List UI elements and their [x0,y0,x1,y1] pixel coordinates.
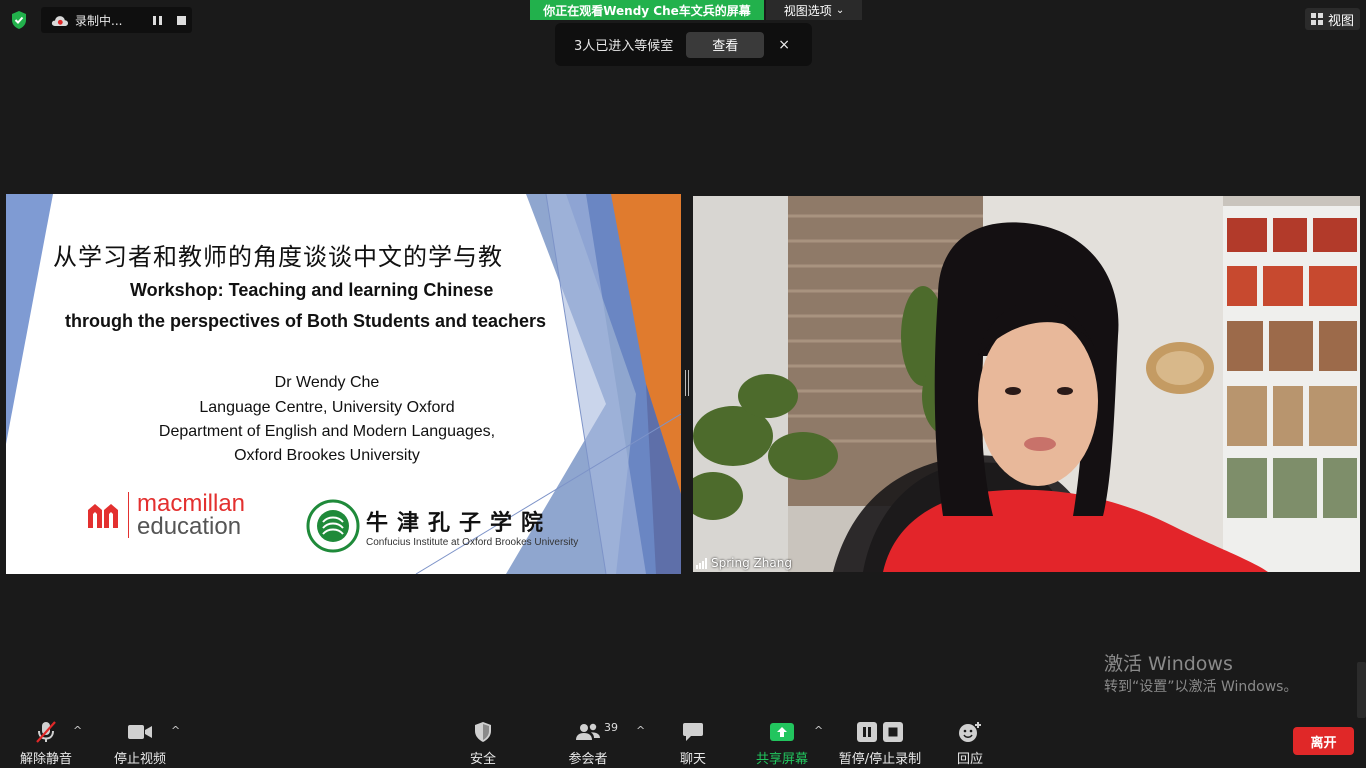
participants-label: 参会者 [568,752,608,767]
stop-video-button[interactable]: 停止视频 [110,718,170,768]
participant-video[interactable]: Spring Zhang [693,196,1360,572]
pause-icon [152,15,156,25]
view-button-label: 视图 [1327,13,1354,29]
reactions-label: 回应 [956,752,983,767]
shield-check-icon[interactable] [8,9,30,31]
slide-affiliation-1: Language Centre, University Oxford [199,399,455,416]
grid-icon [1310,13,1323,25]
signal-bars-icon [696,557,707,569]
chat-label: 聊天 [679,752,706,767]
close-icon[interactable]: × [778,37,790,53]
waiting-room-notification: 3人已进入等候室 查看 × [555,23,812,66]
recording-label: 录制中... [75,13,123,28]
view-options-label: 视图选项 [783,3,832,18]
microphone-muted-icon [36,721,56,743]
macmillan-logo-icon [88,504,118,528]
slide-affiliation-3: Oxford Brookes University [234,447,420,464]
reactions-button[interactable]: 回应 [948,718,992,768]
stop-recording-button[interactable] [177,15,186,25]
waiting-room-view-button[interactable]: 查看 [686,31,765,58]
pause-stop-recording-button[interactable]: 暂停/停止录制 [836,718,924,768]
participant-name: Spring Zhang [711,556,792,570]
confucius-text-english: Confucius Institute at Oxford Brookes Un… [366,536,579,548]
audio-options-caret[interactable]: ^ [73,724,82,737]
share-screen-label: 共享屏幕 [755,752,808,767]
unmute-button[interactable]: 解除静音 [16,718,76,768]
leave-meeting-button[interactable]: 离开 [1293,727,1354,755]
cloud-record-icon [51,16,69,26]
recording-indicator[interactable]: 录制中... [41,7,192,33]
participants-button[interactable]: 39 参会者 [560,718,618,768]
stop-recording-icon [883,722,903,742]
pause-recording-button[interactable] [149,12,165,28]
video-options-caret[interactable]: ^ [171,724,180,737]
macmillan-text-2: education [137,513,242,540]
video-frame-graphic [693,196,1360,572]
macmillan-text-1: macmillan [137,490,246,517]
split-view-handle[interactable] [684,370,690,396]
confucius-text-chinese: 牛津孔子学院 [366,509,553,536]
slide-presenter: Dr Wendy Che [274,374,380,391]
stop-video-label: 停止视频 [113,752,166,767]
macmillan-logo: macmillan education [86,490,246,540]
activate-windows-subtitle: 转到“设置”以激活 Windows。 [1104,679,1298,695]
activate-windows-title: 激活 Windows [1104,653,1233,675]
shared-screen-slide: 从学习者和教师的角度谈谈中文的学与教 Workshop: Teaching an… [6,194,681,574]
share-screen-options-caret[interactable]: ^ [814,724,823,737]
confucius-seal-icon [306,499,360,553]
security-label: 安全 [469,752,496,767]
confucius-institute-logo: 牛津孔子学院 Confucius Institute at Oxford Bro… [306,494,578,558]
view-button[interactable]: 视图 [1305,8,1360,30]
slide-subtitle-line1: Workshop: Teaching and learning Chinese [130,280,494,300]
participants-count: 39 [604,721,618,734]
slide-title-chinese: 从学习者和教师的角度谈谈中文的学与教 [53,243,503,271]
chevron-down-icon: ⌄ [835,4,845,16]
participants-options-caret[interactable]: ^ [636,724,645,737]
participant-name-tag: Spring Zhang [696,556,792,570]
chat-bubble-icon [683,723,703,741]
slide-affiliation-2: Department of English and Modern Languag… [158,423,496,440]
pause-recording-icon [857,722,877,742]
share-screen-button[interactable]: 共享屏幕 [752,718,812,768]
pause-stop-recording-label: 暂停/停止录制 [838,752,922,767]
security-shield-icon [475,722,491,742]
view-options-dropdown[interactable]: 视图选项 ⌄ [766,0,862,20]
reaction-icon [959,722,981,742]
viewing-screen-banner: 你正在观看Wendy Che车文兵的屏幕 [530,0,764,20]
slide-subtitle-line2: through the perspectives of Both Student… [65,311,547,331]
participants-icon [576,723,600,740]
video-camera-icon [128,725,152,739]
waiting-room-message: 3人已进入等候室 [574,39,674,54]
unmute-label: 解除静音 [19,752,72,767]
chat-button[interactable]: 聊天 [668,718,718,768]
audio-level-meter [1357,662,1366,718]
share-screen-icon [770,723,794,741]
security-button[interactable]: 安全 [458,718,508,768]
